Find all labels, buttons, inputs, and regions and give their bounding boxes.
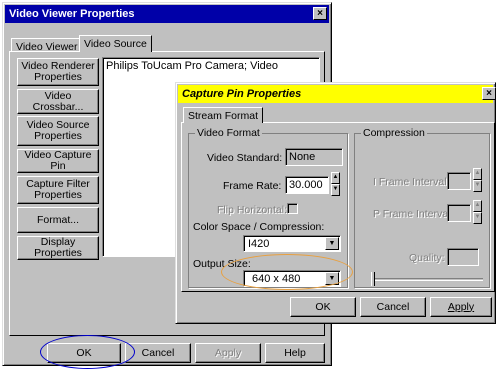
tab-stream-format-label: Stream Format — [188, 110, 259, 122]
cancel-button[interactable]: Cancel — [125, 343, 191, 363]
capture-filter-properties-button[interactable]: Capture Filter Properties — [17, 176, 99, 204]
compression-group: Compression I Frame Interval: ▲ ▼ P Fram… — [354, 127, 490, 288]
i-frame-up-icon[interactable]: ▲ — [473, 168, 482, 180]
video-standard-value: None — [289, 151, 316, 163]
i-frame-down-icon[interactable]: ▼ — [473, 180, 482, 192]
capture-pin-properties-window: Capture Pin Properties × Stream Format V… — [175, 82, 496, 324]
apply-button[interactable]: Apply — [195, 343, 261, 363]
quality-slider-thumb[interactable] — [371, 272, 375, 286]
capture-pin-close-icon[interactable]: × — [482, 87, 496, 100]
help-button-label: Help — [284, 346, 306, 359]
display-properties-button[interactable]: Display Properties — [17, 236, 99, 260]
compression-group-label: Compression — [361, 127, 427, 139]
p-frame-interval-input[interactable] — [447, 204, 471, 222]
chevron-down-icon[interactable]: ▼ — [325, 237, 339, 250]
video-crossbar-button[interactable]: Video Crossbar... — [17, 89, 99, 114]
video-standard-label: Video Standard: — [207, 152, 283, 164]
tab-video-source-label: Video Source — [84, 38, 147, 50]
frame-rate-down-icon[interactable]: ▼ — [331, 184, 340, 196]
color-space-select[interactable]: I420 ▼ — [243, 235, 341, 252]
tab-video-viewer[interactable]: Video Viewer — [11, 38, 83, 53]
help-button[interactable]: Help — [265, 343, 325, 363]
output-size-label: Output Size: — [193, 258, 251, 270]
capture-pin-title-bar[interactable]: Capture Pin Properties — [178, 85, 493, 103]
capture-pin-apply-label: Apply — [447, 300, 475, 313]
video-source-properties-button[interactable]: Video Source Properties — [17, 116, 99, 146]
capture-pin-apply-button[interactable]: Apply — [430, 297, 492, 317]
p-frame-down-icon[interactable]: ▼ — [473, 212, 482, 224]
capture-pin-ok-button[interactable]: OK — [290, 297, 356, 317]
flip-horizontal-label: Flip Horizontal: — [217, 204, 288, 216]
color-space-label: Color Space / Compression: — [193, 221, 325, 233]
tab-stream-format[interactable]: Stream Format — [183, 107, 264, 123]
capture-pin-ok-label: OK — [315, 300, 331, 313]
i-frame-interval-label: I Frame Interval: — [373, 176, 450, 188]
tab-video-source[interactable]: Video Source — [79, 35, 152, 52]
list-item-label: Philips ToUcam Pro Camera; Video — [106, 60, 279, 72]
video-renderer-properties-button[interactable]: Video Renderer Properties — [17, 58, 99, 86]
capture-pin-title: Capture Pin Properties — [182, 88, 302, 100]
quality-slider-track[interactable] — [371, 278, 483, 281]
cancel-button-label: Cancel — [141, 346, 175, 359]
ok-button-label: OK — [76, 346, 92, 359]
format-label: Format... — [36, 213, 79, 226]
video-format-group-label: Video Format — [195, 127, 262, 139]
frame-rate-up-icon[interactable]: ▲ — [331, 172, 340, 184]
video-renderer-properties-label: Video Renderer Properties — [21, 60, 95, 83]
video-viewer-title-bar[interactable]: Video Viewer Properties — [5, 5, 329, 23]
capture-pin-cancel-button[interactable]: Cancel — [360, 297, 426, 317]
p-frame-up-icon[interactable]: ▲ — [473, 200, 482, 212]
quality-input[interactable] — [447, 248, 479, 266]
output-size-select[interactable]: 640 x 480 ▼ — [243, 270, 341, 287]
capture-filter-properties-label: Capture Filter Properties — [26, 178, 90, 201]
capture-pin-cancel-label: Cancel — [376, 300, 410, 313]
frame-rate-input[interactable]: 30.000 — [285, 176, 329, 194]
p-frame-interval-label: P Frame Interval: — [373, 208, 454, 220]
ok-button[interactable]: OK — [47, 343, 121, 363]
video-viewer-title: Video Viewer Properties — [9, 8, 135, 20]
video-capture-pin-button[interactable]: Video Capture Pin — [17, 149, 99, 173]
apply-button-label: Apply — [214, 346, 242, 359]
video-crossbar-label: Video Crossbar... — [32, 89, 84, 113]
quality-label: Quality: — [409, 252, 445, 264]
video-format-group: Video Format Video Standard: None Frame … — [188, 127, 348, 288]
video-source-properties-label: Video Source Properties — [26, 119, 90, 142]
format-button[interactable]: Format... — [17, 207, 99, 233]
chevron-down-icon[interactable]: ▼ — [325, 272, 339, 285]
video-viewer-close-icon[interactable]: × — [313, 7, 327, 20]
list-item[interactable]: Philips ToUcam Pro Camera; Video — [103, 58, 319, 74]
i-frame-interval-input[interactable] — [447, 172, 471, 190]
display-properties-label: Display Properties — [34, 236, 82, 259]
frame-rate-label: Frame Rate: — [223, 180, 282, 192]
frame-rate-value: 30.000 — [289, 179, 323, 191]
output-size-value: 640 x 480 — [252, 273, 301, 285]
color-space-value: I420 — [248, 238, 270, 250]
stream-format-panel: Video Format Video Standard: None Frame … — [181, 122, 495, 292]
flip-horizontal-checkbox[interactable] — [287, 203, 298, 214]
video-capture-pin-label: Video Capture Pin — [24, 149, 92, 172]
video-standard-field: None — [285, 148, 343, 166]
